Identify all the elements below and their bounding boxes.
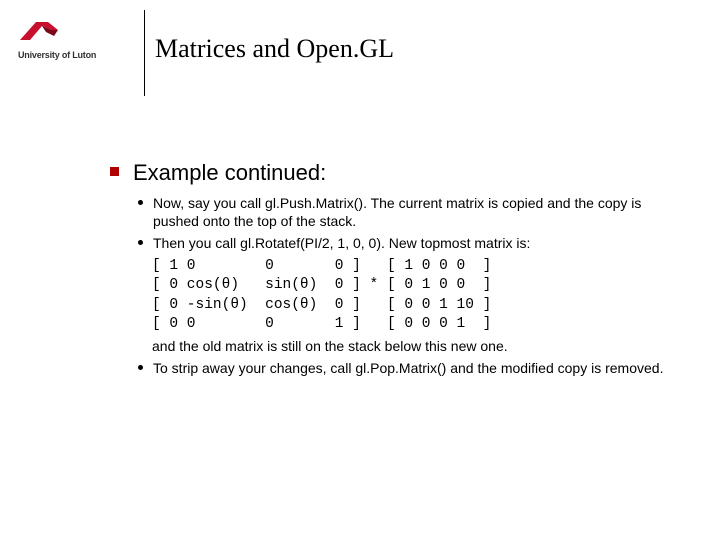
square-bullet-icon: [110, 167, 119, 176]
bullet-3-suffix: and the old matrix is still on the stack…: [152, 337, 670, 355]
matrix-row-1: [ 1 0 0 0 ] [ 1 0 0 0 ]: [152, 258, 491, 274]
bullet-1-text: Now, say you call gl.Push.Matrix(). The …: [153, 194, 670, 230]
matrix-row-3: [ 0 -sin(θ) cos(θ) 0 ] [ 0 0 1 10 ]: [152, 297, 491, 313]
slide-title: Matrices and Open.GL: [155, 18, 394, 64]
content: Example continued: Now, say you call gl.…: [110, 160, 670, 381]
sub-list: Now, say you call gl.Push.Matrix(). The …: [134, 194, 670, 377]
matrix-row-2: [ 0 cos(θ) sin(θ) 0 ] * [ 0 1 0 0 ]: [152, 277, 491, 293]
logo-text: University of Luton: [18, 50, 138, 60]
logo-icon: [18, 18, 62, 46]
slide: University of Luton Matrices and Open.GL…: [0, 0, 720, 540]
header: University of Luton Matrices and Open.GL: [18, 18, 394, 96]
matrix-row-4: [ 0 0 0 1 ] [ 0 0 0 1 ]: [152, 316, 491, 332]
dot-bullet-icon: [138, 365, 143, 370]
bullet-1: Now, say you call gl.Push.Matrix(). The …: [134, 194, 670, 230]
dot-bullet-icon: [138, 240, 143, 245]
dot-bullet-icon: [138, 200, 143, 205]
bullet-2: Then you call gl.Rotatef(PI/2, 1, 0, 0).…: [134, 234, 670, 252]
header-divider: [144, 10, 145, 96]
matrix-block: [ 1 0 0 0 ] [ 1 0 0 0 ] [ 0 cos(θ) sin(θ…: [152, 257, 670, 335]
heading-text: Example continued:: [133, 160, 326, 186]
bullet-2-text: Then you call gl.Rotatef(PI/2, 1, 0, 0).…: [153, 234, 530, 252]
heading-row: Example continued:: [110, 160, 670, 186]
logo: University of Luton: [18, 18, 138, 60]
bullet-4: To strip away your changes, call gl.Pop.…: [134, 359, 670, 377]
bullet-4-text: To strip away your changes, call gl.Pop.…: [153, 359, 663, 377]
